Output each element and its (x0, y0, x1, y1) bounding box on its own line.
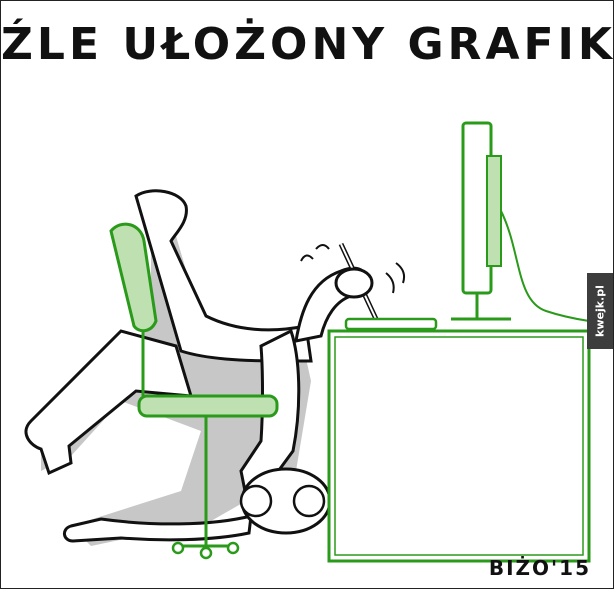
desk (327, 329, 591, 563)
monitor-cable (500, 210, 590, 322)
keyboard (344, 317, 438, 331)
right-eye (292, 484, 326, 518)
site-watermark: kwejk.pl (587, 273, 613, 349)
chair-seat (137, 394, 279, 418)
monitor-stand (451, 293, 511, 321)
left-eye (239, 484, 273, 518)
hand (334, 267, 374, 299)
comic-illustration (24, 121, 591, 563)
artist-signature: BIŻO'15 (488, 556, 591, 580)
comic-panel: ŹLE UŁOŻONY GRAFIK BIŻO'15 kwejk.pl (0, 0, 614, 589)
